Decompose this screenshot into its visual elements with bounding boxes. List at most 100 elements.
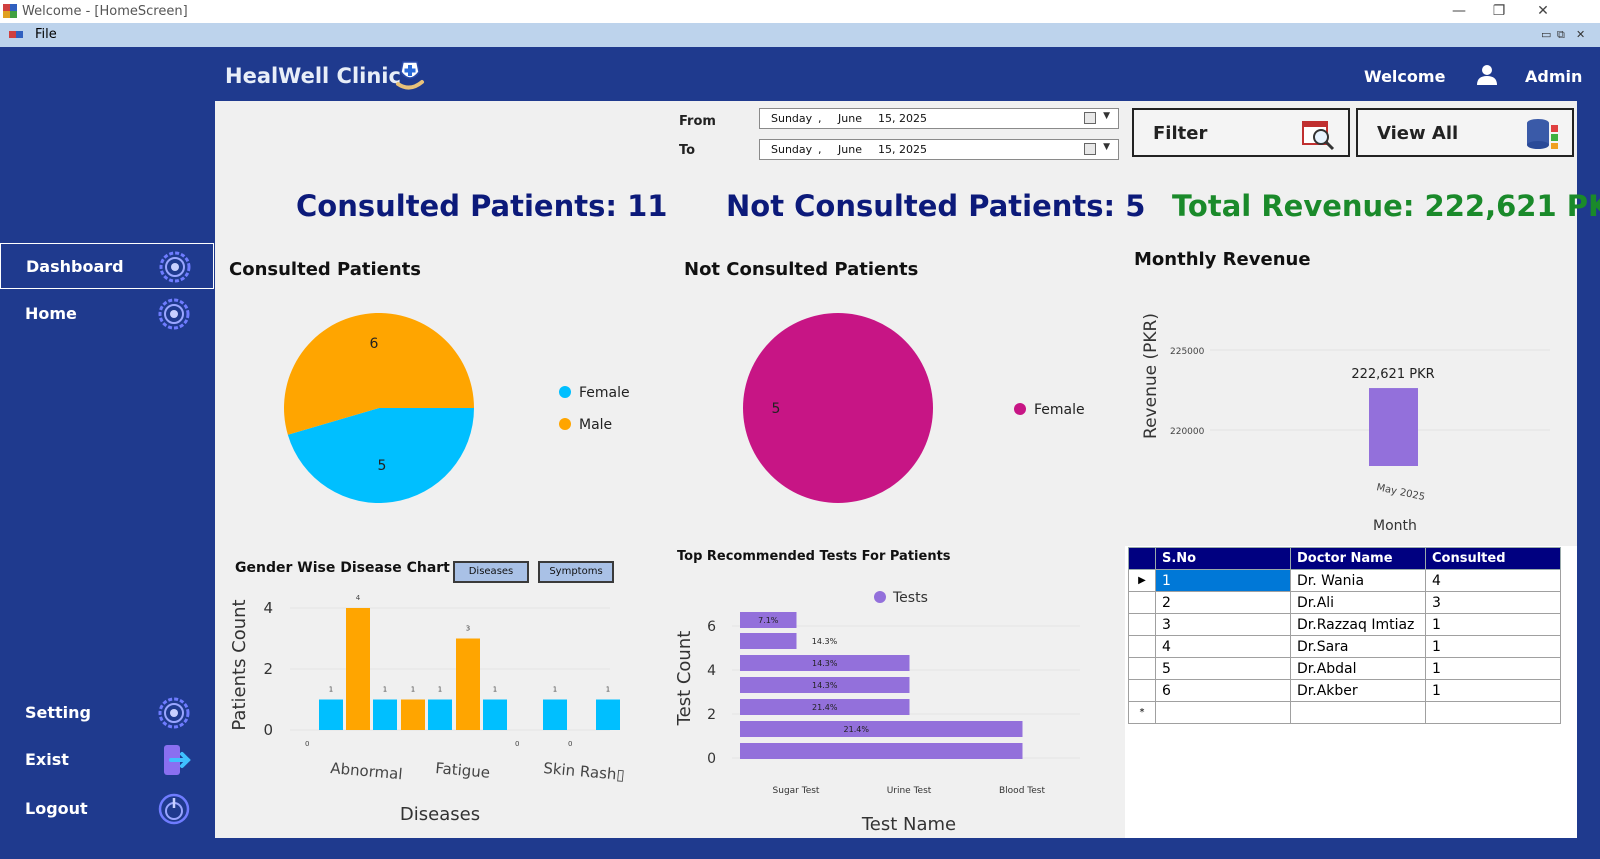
table-cell[interactable]: Dr.Razzaq Imtiaz — [1290, 613, 1426, 636]
table-row[interactable]: 4 Dr.Sara 1 — [1128, 635, 1561, 658]
welcome-text: Welcome — [1364, 67, 1446, 86]
table-cell[interactable]: 4 — [1155, 635, 1291, 658]
to-date-picker[interactable]: Sunday , June 15, 2025 ▼ — [759, 139, 1119, 160]
power-icon — [158, 793, 190, 825]
user-icon[interactable] — [1476, 64, 1498, 86]
table-cell[interactable] — [1425, 701, 1561, 724]
y-tick-label: 2 — [263, 660, 273, 678]
table-cell[interactable]: 3 — [1155, 613, 1291, 636]
table-cell[interactable]: 1 — [1425, 657, 1561, 680]
sidebar-item-home[interactable]: Home — [0, 291, 214, 337]
table-cell[interactable]: Dr.Akber — [1290, 679, 1426, 702]
row-header[interactable]: ▶ — [1128, 569, 1156, 592]
table-cell[interactable]: 3 — [1425, 591, 1561, 614]
restore-button[interactable]: ❐ — [1476, 0, 1522, 23]
table-cell[interactable]: 1 — [1155, 569, 1291, 592]
mdi-restore-button[interactable]: ⧉ — [1557, 28, 1565, 42]
table-cell[interactable]: Dr.Sara — [1290, 635, 1426, 658]
sidebar-item-dashboard[interactable]: Dashboard — [0, 243, 214, 289]
mdi-child-icon[interactable] — [9, 28, 23, 42]
to-label: To — [679, 143, 696, 158]
table-row[interactable]: 5 Dr.Abdal 1 — [1128, 657, 1561, 680]
row-header[interactable] — [1128, 635, 1156, 658]
to-sep: , — [818, 143, 822, 156]
bar — [740, 721, 1023, 737]
bar — [1369, 388, 1418, 466]
mdi-minimize-button[interactable]: ▭ — [1541, 28, 1551, 41]
table-cell[interactable]: 6 — [1155, 679, 1291, 702]
x-axis-label: Test Name — [861, 814, 956, 835]
view-all-button[interactable]: View All — [1356, 108, 1574, 157]
to-month: June — [838, 143, 862, 156]
column-header-doctor-name[interactable]: Doctor Name — [1290, 547, 1426, 570]
legend-swatch — [559, 418, 571, 430]
bar — [373, 699, 397, 730]
table-cell[interactable]: Dr. Wania — [1290, 569, 1426, 592]
doctor-table[interactable]: S.No Doctor Name Consulted ▶ 1 Dr. Wania 4 2… — [1128, 547, 1561, 724]
sidebar-item-label: Dashboard — [26, 257, 124, 276]
view-all-button-label: View All — [1377, 123, 1459, 144]
sidebar-item-logout[interactable]: Logout — [0, 786, 214, 832]
diseases-button[interactable]: Diseases — [453, 561, 529, 583]
table-cell[interactable]: Dr.Ali — [1290, 591, 1426, 614]
bar-data-label: 14.3% — [812, 659, 838, 668]
table-row[interactable]: ▶ 1 Dr. Wania 4 — [1128, 569, 1561, 592]
sidebar-item-label: Logout — [25, 799, 88, 818]
table-cell[interactable]: 1 — [1425, 635, 1561, 658]
table-header-row: S.No Doctor Name Consulted — [1128, 547, 1561, 570]
row-header[interactable] — [1128, 657, 1156, 680]
bar — [346, 608, 370, 730]
table-cell[interactable]: 4 — [1425, 569, 1561, 592]
legend-label: Tests — [892, 590, 928, 606]
symptoms-button[interactable]: Symptoms — [538, 561, 614, 583]
table-row[interactable]: 6 Dr.Akber 1 — [1128, 679, 1561, 702]
close-button[interactable]: ✕ — [1520, 0, 1566, 23]
filter-button[interactable]: Filter — [1132, 108, 1350, 157]
consulted-pie-chart: 5 Female 6 Male — [284, 312, 630, 503]
sidebar-item-exist[interactable]: Exist — [0, 737, 214, 783]
gear-icon — [159, 251, 191, 283]
table-cell[interactable]: Dr.Abdal — [1290, 657, 1426, 680]
y-tick-label: 0 — [707, 751, 716, 767]
table-cell[interactable]: 1 — [1425, 679, 1561, 702]
window-title: Welcome - [HomeScreen] — [22, 4, 188, 19]
legend-swatch — [1014, 403, 1026, 415]
mdi-close-button[interactable]: ✕ — [1576, 28, 1585, 41]
bar-data-label: 1 — [493, 686, 497, 694]
table-cell[interactable]: 2 — [1155, 591, 1291, 614]
column-header-sno[interactable]: S.No — [1155, 547, 1291, 570]
y-tick-label: 225000 — [1170, 347, 1205, 357]
table-row[interactable]: 2 Dr.Ali 3 — [1128, 591, 1561, 614]
from-weekday: Sunday — [771, 112, 813, 125]
calendar-icon — [1084, 143, 1096, 155]
row-header[interactable]: * — [1128, 701, 1156, 724]
table-row[interactable]: 3 Dr.Razzaq Imtiaz 1 — [1128, 613, 1561, 636]
menu-file[interactable]: File — [35, 27, 57, 42]
table-cell[interactable] — [1155, 701, 1291, 724]
bar-data-label: 1 — [411, 686, 415, 694]
sidebar-item-label: Home — [25, 304, 77, 323]
column-header-consulted[interactable]: Consulted — [1425, 547, 1561, 570]
bar — [740, 633, 797, 649]
gender-disease-chart: 4 2 0 1 4 1 1 1 3 1 1 1 0 0 0 Abnormal Fatigue Skin Rash▯… — [229, 594, 625, 825]
x-axis-label: Month — [1373, 518, 1417, 530]
row-header[interactable] — [1128, 591, 1156, 614]
from-date-picker[interactable]: Sunday , June 15, 2025 ▼ — [759, 108, 1119, 129]
total-revenue-stat: Total Revenue: 222,621 PKR — [1172, 189, 1600, 223]
row-header[interactable] — [1128, 613, 1156, 636]
y-axis-label: Revenue (PKR) — [1141, 313, 1161, 439]
x-tick-label: Fatigue — [435, 759, 491, 782]
top-tests-chart: Tests 6 4 2 0 7.1% 14.3% 14.3% 14.3% 21.4% 21.4% Su… — [674, 590, 1080, 835]
menu-bar: File ▭ ⧉ ✕ — [0, 23, 1600, 47]
new-row[interactable]: * — [1128, 701, 1561, 724]
table-cell[interactable]: 1 — [1425, 613, 1561, 636]
x-tick-label: May 2025 — [1375, 482, 1426, 503]
row-header[interactable] — [1128, 679, 1156, 702]
legend-label: Male — [579, 417, 612, 433]
sidebar-item-setting[interactable]: Setting — [0, 690, 214, 736]
x-tick-label: Abnormal — [330, 759, 404, 783]
table-cell[interactable] — [1290, 701, 1426, 724]
table-cell[interactable]: 5 — [1155, 657, 1291, 680]
bar-data-label: 14.3% — [812, 681, 838, 690]
calendar-icon — [1084, 112, 1096, 124]
